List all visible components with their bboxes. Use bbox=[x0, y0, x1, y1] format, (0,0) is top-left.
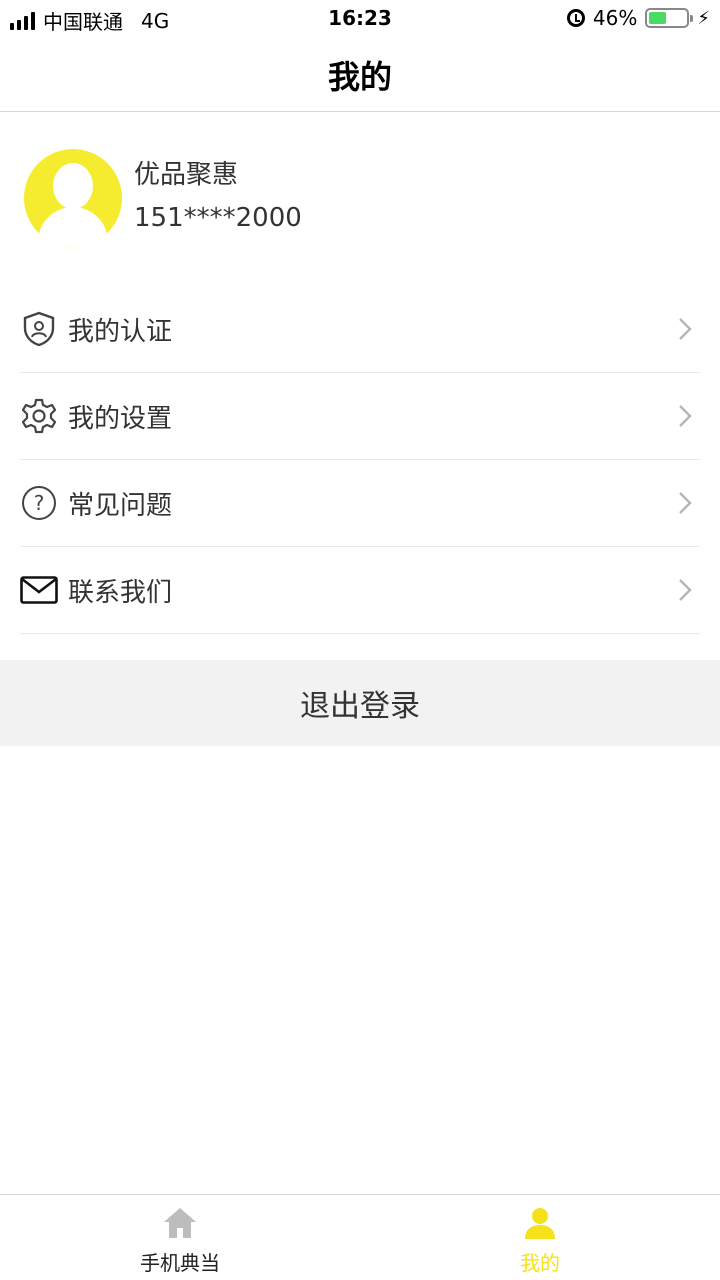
tab-mine[interactable]: 我的 bbox=[360, 1195, 720, 1280]
question-circle-icon: ? bbox=[20, 484, 58, 522]
battery-percent: 46% bbox=[592, 6, 638, 30]
menu-list: 我的认证 我的设置 ? 常见问题 联系我们 bbox=[20, 286, 700, 634]
chevron-right-icon bbox=[672, 316, 698, 342]
logout-label: 退出登录 bbox=[300, 689, 420, 724]
nav-bar: 我的 bbox=[0, 38, 720, 112]
avatar[interactable] bbox=[24, 149, 122, 247]
menu-label: 我的设置 bbox=[68, 403, 173, 434]
menu-label: 联系我们 bbox=[68, 577, 173, 608]
menu-item-contact[interactable]: 联系我们 bbox=[20, 547, 700, 634]
tab-label: 我的 bbox=[520, 1251, 560, 1275]
envelope-icon bbox=[20, 571, 58, 609]
profile-phone: 151****2000 bbox=[134, 203, 302, 233]
menu-item-settings[interactable]: 我的设置 bbox=[20, 373, 700, 460]
menu-label: 常见问题 bbox=[68, 490, 173, 521]
status-right: 46% ⚡ bbox=[566, 6, 710, 30]
menu-item-verification[interactable]: 我的认证 bbox=[20, 286, 700, 373]
avatar-head bbox=[53, 163, 93, 209]
gear-icon bbox=[20, 397, 58, 435]
battery-fill bbox=[649, 12, 666, 24]
person-icon bbox=[525, 1208, 555, 1239]
home-icon bbox=[164, 1208, 196, 1238]
tab-bar: 手机典当 我的 bbox=[0, 1194, 720, 1280]
avatar-body bbox=[38, 207, 108, 247]
chevron-right-icon bbox=[672, 577, 698, 603]
menu-label: 我的认证 bbox=[68, 316, 173, 347]
chevron-right-icon bbox=[672, 490, 698, 516]
page-title: 我的 bbox=[327, 57, 392, 96]
chevron-right-icon bbox=[672, 403, 698, 429]
profile-name: 优品聚惠 bbox=[134, 160, 239, 190]
charging-icon: ⚡ bbox=[697, 7, 710, 29]
profile-info: 优品聚惠 151****2000 bbox=[134, 155, 302, 241]
logout-button[interactable]: 退出登录 bbox=[0, 660, 720, 746]
tab-pawn[interactable]: 手机典当 bbox=[0, 1195, 360, 1280]
status-bar: 中国联通 4G 16:23 46% ⚡ bbox=[0, 0, 720, 38]
shield-user-icon bbox=[20, 310, 58, 348]
profile-section[interactable]: 优品聚惠 151****2000 bbox=[24, 148, 704, 248]
menu-item-faq[interactable]: ? 常见问题 bbox=[20, 460, 700, 547]
svg-text:?: ? bbox=[34, 491, 45, 515]
tab-label: 手机典当 bbox=[140, 1251, 220, 1275]
alarm-icon bbox=[566, 9, 585, 27]
battery-icon bbox=[645, 8, 694, 28]
